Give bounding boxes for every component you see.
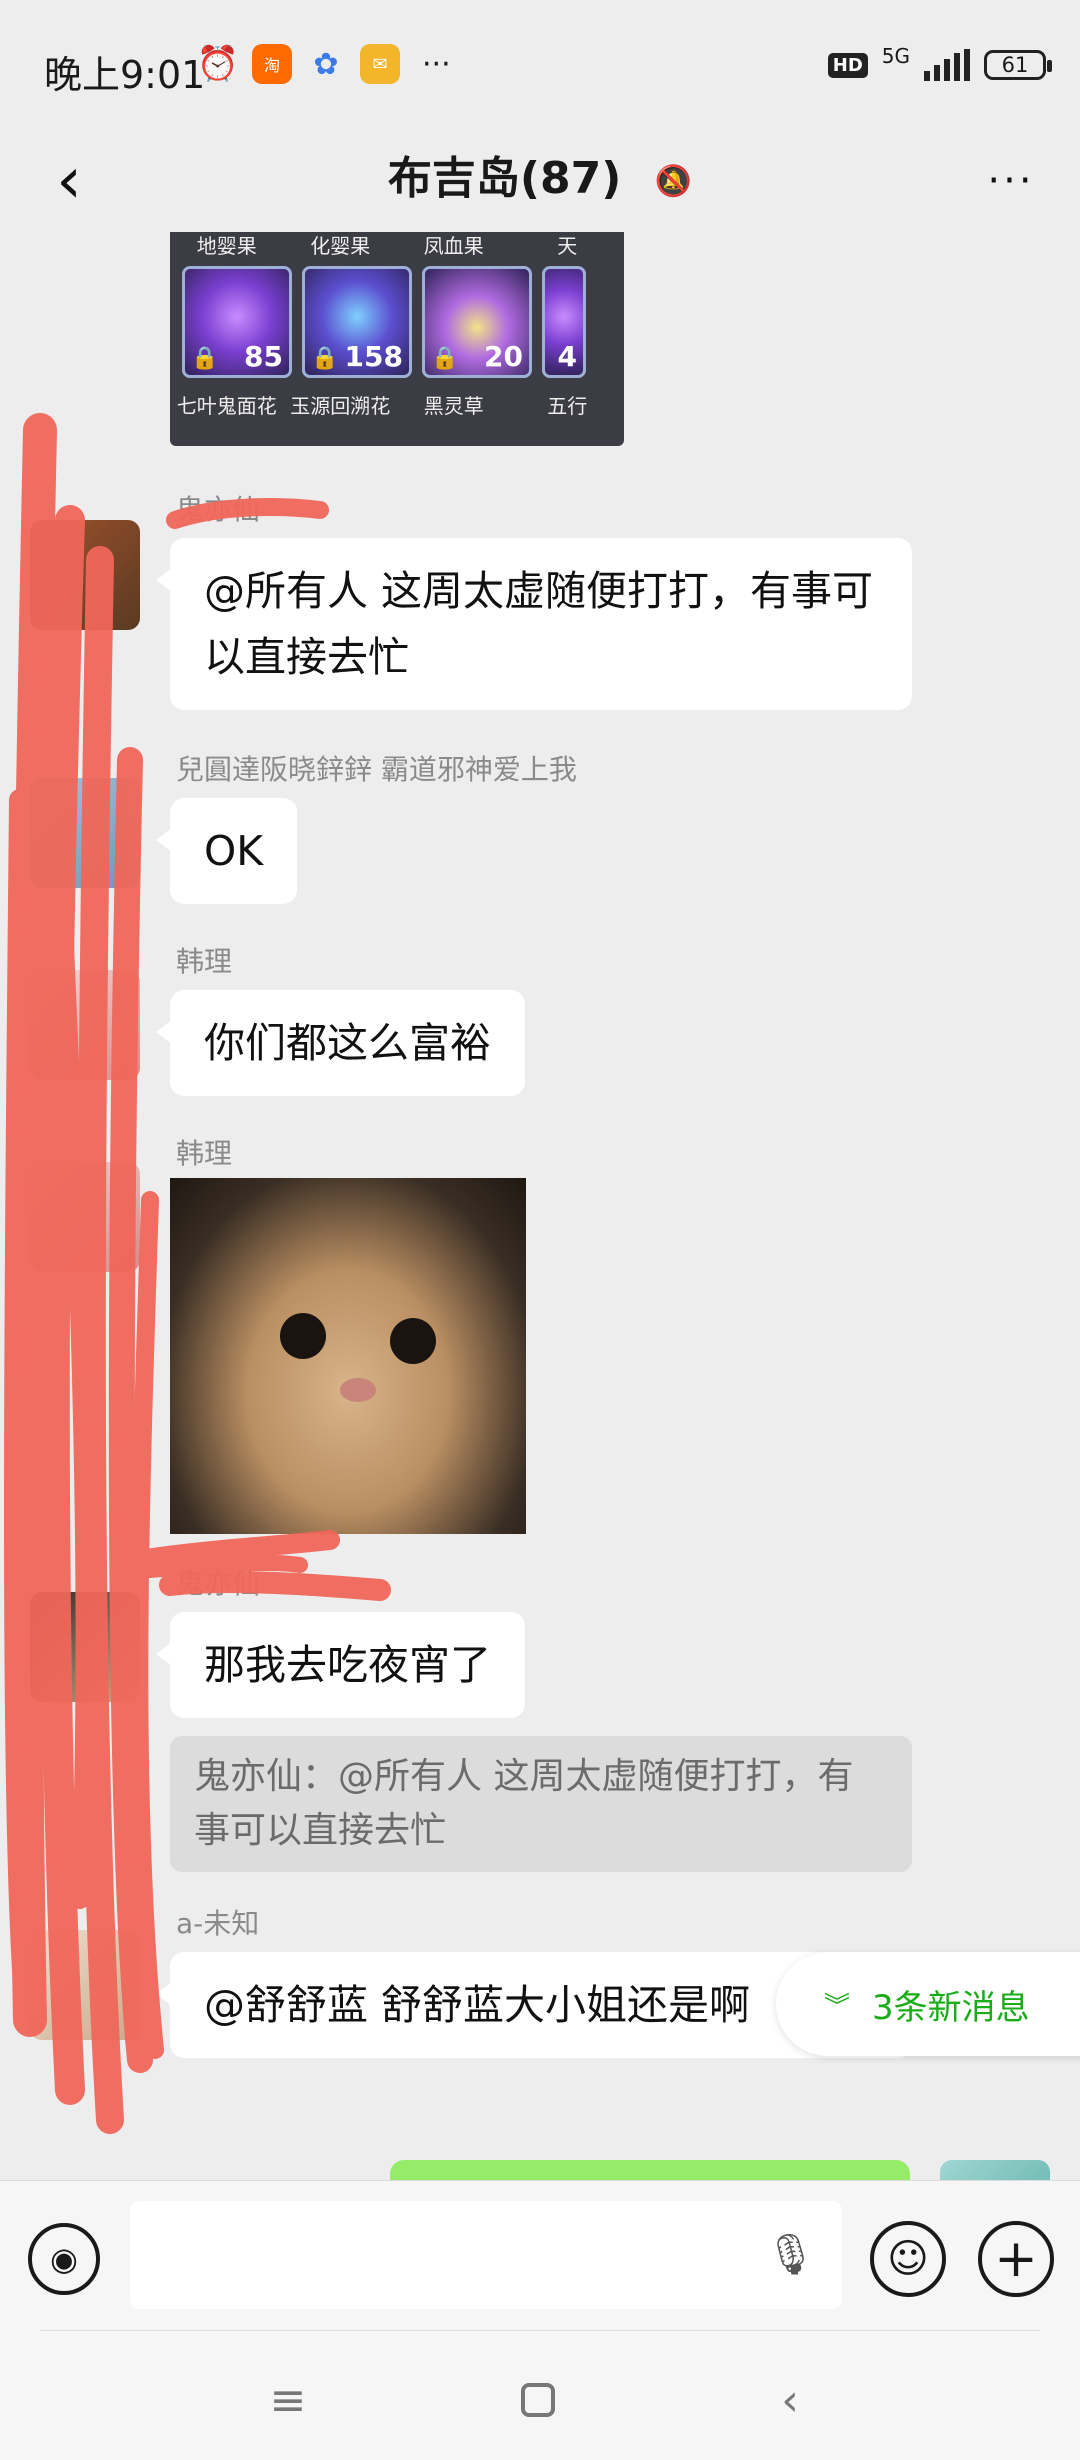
avatar[interactable]: [30, 1930, 140, 2040]
image-label: 地婴果: [196, 234, 257, 258]
hd-badge: HD: [827, 52, 868, 78]
item-cell: 🔒 85: [182, 266, 292, 378]
microphone-icon[interactable]: 🎙: [765, 2231, 816, 2278]
message-bubble[interactable]: @所有人 这周太虚随便打打，有事可以直接去忙: [156, 538, 912, 710]
item-name: 五行: [547, 394, 588, 418]
network-label: 5G: [881, 44, 910, 68]
sender-name: 兒圓達阪晓鋅鋅 霸道邪神爱上我: [176, 753, 577, 786]
avatar[interactable]: [30, 520, 140, 630]
more-button[interactable]: ···: [976, 146, 1046, 216]
message-input[interactable]: 🎙: [130, 2201, 842, 2309]
status-app-icons: ⏰ 淘 ✿ ✉ ···: [196, 44, 451, 84]
cat-eye: [280, 1313, 326, 1359]
input-bar: ◉ 🎙 ☺ +: [0, 2180, 1080, 2331]
signal-icon: [924, 49, 970, 81]
alarm-icon: ⏰: [196, 44, 240, 84]
sender-name: 韩理: [176, 1137, 233, 1170]
item-name: 黑灵草: [423, 394, 484, 418]
avatar[interactable]: [30, 1592, 140, 1702]
cat-nose: [340, 1378, 376, 1402]
new-messages-label: 3条新消息: [872, 1987, 1030, 2028]
smiley-icon: ☺: [887, 2236, 929, 2282]
item-name: 玉源回溯花: [290, 394, 391, 418]
sender-name: 鬼亦仙: [176, 493, 261, 526]
lock-icon: 🔒: [431, 346, 459, 371]
status-time: 晚上9:01: [44, 53, 206, 97]
baidu-icon: ✿: [313, 46, 339, 82]
item-cell: 🔒 20: [422, 266, 532, 378]
mute-bell-icon: 🔕: [654, 163, 693, 199]
voice-input-button[interactable]: ◉: [28, 2223, 100, 2295]
avatar[interactable]: [30, 970, 140, 1080]
avatar[interactable]: [30, 778, 140, 888]
item-count: 158: [344, 340, 403, 373]
item-count: 85: [244, 340, 283, 373]
item-count: 4: [557, 340, 577, 373]
outgoing-bubble-partial[interactable]: [390, 2160, 910, 2180]
divider: [40, 2330, 1040, 2331]
battery-icon: 61: [984, 50, 1052, 80]
item-grid: 🔒 85 🔒 158 🔒 20 4: [182, 266, 586, 378]
game-screenshot-image[interactable]: 地婴果 化婴果 凤血果 天 🔒 85 🔒 158 🔒 20 4 七叶鬼面花 玉源回溯花…: [170, 232, 624, 446]
page-title: 布吉岛(87) 🔕: [0, 142, 1080, 206]
image-label: 化婴果: [310, 234, 371, 258]
emoji-button[interactable]: ☺: [870, 2221, 946, 2297]
app-icon: ✉: [360, 44, 400, 84]
cat-eye: [390, 1318, 436, 1364]
image-wrapper: [0, 1178, 1080, 1538]
chat-header: ‹ 布吉岛(87) 🔕 ···: [0, 136, 1080, 232]
item-name: 七叶鬼面花: [176, 394, 277, 418]
sender-name: 韩理: [176, 945, 233, 978]
sender-name: 鬼亦仙: [176, 1567, 261, 1600]
item-cell: 4: [542, 266, 586, 378]
crying-cat-sticker-image[interactable]: [170, 1178, 526, 1534]
system-nav-bar: ≡ ‹: [0, 2330, 1080, 2460]
item-cell: 🔒 158: [302, 266, 412, 378]
more-actions-button[interactable]: +: [978, 2221, 1054, 2297]
voice-icon: ◉: [50, 2240, 78, 2278]
message-bubble[interactable]: OK: [155, 798, 298, 904]
sender-name: a-未知: [176, 1907, 260, 1940]
back-chevron-icon: ‹: [781, 2374, 799, 2426]
lock-icon: 🔒: [191, 346, 219, 371]
status-more-icon: ···: [422, 46, 451, 82]
back-nav-button[interactable]: ‹: [760, 2370, 820, 2430]
message-bubble[interactable]: 那我去吃夜宵了: [156, 1612, 525, 1718]
menu-icon: ≡: [269, 2374, 307, 2426]
self-avatar[interactable]: [940, 2160, 1050, 2180]
quoted-reply[interactable]: 鬼亦仙：@所有人 这周太虚随便打打，有事可以直接去忙: [170, 1736, 912, 1872]
taobao-icon: 淘: [252, 44, 292, 84]
home-square-icon: [521, 2383, 555, 2417]
status-bar: 晚上9:01 ⏰ 淘 ✿ ✉ ··· HD 5G 61: [0, 0, 1080, 136]
image-header-labels: 地婴果 化婴果 凤血果 天: [170, 232, 624, 259]
double-chevron-down-icon: ︾: [824, 1991, 851, 2022]
group-name: 布吉岛(87): [387, 153, 622, 204]
item-count: 20: [484, 340, 523, 373]
status-right: HD 5G 61: [827, 44, 1052, 86]
home-nav-button[interactable]: [508, 2370, 568, 2430]
lock-icon: 🔒: [311, 346, 339, 371]
image-label: 天: [557, 234, 578, 258]
message-list[interactable]: 地婴果 化婴果 凤血果 天 🔒 85 🔒 158 🔒 20 4 七叶鬼面花 玉源回溯花…: [0, 232, 1080, 2180]
message-bubble[interactable]: 你们都这么富裕: [156, 990, 525, 1096]
image-label: 凤血果: [423, 234, 484, 258]
menu-nav-button[interactable]: ≡: [258, 2370, 318, 2430]
plus-icon: +: [994, 2229, 1038, 2289]
new-messages-button[interactable]: ︾ 3条新消息: [776, 1952, 1080, 2056]
item-names: 七叶鬼面花 玉源回溯花 黑灵草 五行: [170, 390, 624, 419]
